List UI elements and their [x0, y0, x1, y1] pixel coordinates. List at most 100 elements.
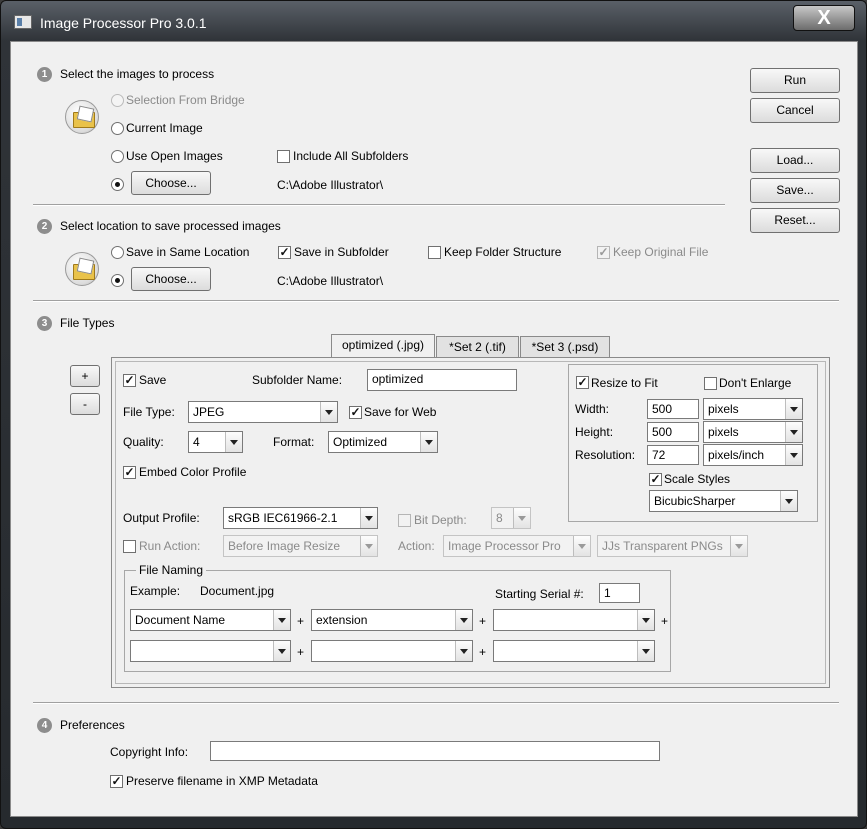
bit-depth-checkbox[interactable]: [398, 514, 411, 527]
save-folder-icon: [65, 252, 99, 286]
quality-value: 4: [193, 435, 200, 449]
window-title: Image Processor Pro 3.0.1: [40, 15, 207, 31]
choose-source-button[interactable]: Choose...: [131, 171, 211, 195]
naming-field-5-select[interactable]: [311, 640, 473, 662]
resolution-unit-select[interactable]: pixels/inch: [703, 444, 803, 466]
naming-field-2-select[interactable]: extension: [311, 609, 473, 631]
source-folder-radio[interactable]: [111, 178, 124, 191]
section-3-title: File Types: [60, 316, 115, 330]
dialog-client: Run Cancel Load... Save... Reset... 1 Se…: [10, 41, 858, 817]
source-folder-path: C:\Adobe Illustrator\: [277, 178, 384, 192]
naming-field-6-select[interactable]: [493, 640, 655, 662]
resolution-input[interactable]: 72: [647, 445, 699, 465]
cancel-button[interactable]: Cancel: [750, 98, 840, 123]
save-settings-button[interactable]: Save...: [750, 178, 840, 203]
scale-styles-checkbox[interactable]: ✓: [649, 473, 662, 486]
remove-file-type-button[interactable]: -: [70, 393, 100, 415]
dialog-window: Image Processor Pro 3.0.1 X Run Cancel L…: [0, 0, 867, 829]
tab-optimized-jpg[interactable]: optimized (.jpg): [331, 334, 435, 358]
naming-field-3-select[interactable]: [493, 609, 655, 631]
chevron-down-icon: [785, 422, 802, 442]
bit-depth-select[interactable]: 8: [491, 507, 531, 529]
save-file-type-checkbox[interactable]: ✓: [123, 374, 136, 387]
chevron-down-icon: [273, 641, 290, 661]
quality-select[interactable]: 4: [188, 431, 243, 453]
save-same-location-radio[interactable]: [111, 246, 124, 259]
output-profile-value: sRGB IEC61966-2.1: [228, 511, 338, 525]
subfolder-name-label: Subfolder Name:: [252, 373, 343, 387]
preserve-filename-xmp-checkbox[interactable]: ✓: [110, 775, 123, 788]
format-select[interactable]: Optimized: [328, 431, 438, 453]
run-action-timing-value: Before Image Resize: [228, 539, 341, 553]
width-label: Width:: [575, 402, 610, 416]
section-3-number: 3: [37, 316, 52, 331]
width-input[interactable]: 500: [647, 399, 699, 419]
run-action-label: Run Action:: [139, 539, 201, 553]
example-value: Document.jpg: [200, 584, 275, 598]
tab-set-2-tif[interactable]: *Set 2 (.tif): [436, 336, 519, 358]
resample-method-select[interactable]: BicubicSharper: [649, 490, 798, 512]
keep-folder-structure-checkbox[interactable]: [428, 246, 441, 259]
selection-from-bridge-radio[interactable]: [111, 94, 124, 107]
title-bar[interactable]: Image Processor Pro 3.0.1 X: [1, 1, 866, 41]
naming-field-1-select[interactable]: Document Name: [130, 609, 291, 631]
resolution-label: Resolution:: [575, 448, 636, 462]
file-type-label: File Type:: [123, 405, 175, 419]
action-set-value: Image Processor Pro: [448, 539, 561, 553]
naming-field-2-value: extension: [316, 613, 368, 627]
output-profile-select[interactable]: sRGB IEC61966-2.1: [223, 507, 378, 529]
run-button[interactable]: Run: [750, 68, 840, 93]
chevron-down-icon: [455, 610, 472, 630]
include-subfolders-label: Include All Subfolders: [293, 149, 409, 163]
save-for-web-checkbox[interactable]: ✓: [349, 406, 362, 419]
file-type-select[interactable]: JPEG: [188, 401, 338, 423]
chevron-down-icon: [637, 641, 654, 661]
use-open-images-radio[interactable]: [111, 150, 124, 163]
tab-set-3-psd[interactable]: *Set 3 (.psd): [520, 336, 610, 358]
scale-styles-label: Scale Styles: [664, 472, 731, 486]
action-name-value: JJs Transparent PNGs: [602, 539, 723, 553]
save-in-subfolder-checkbox[interactable]: ✓: [278, 246, 291, 259]
example-label: Example:: [130, 584, 181, 598]
dont-enlarge-checkbox[interactable]: [704, 377, 717, 390]
width-unit-value: pixels: [708, 402, 739, 416]
run-action-timing-select[interactable]: Before Image Resize: [223, 535, 378, 557]
chevron-down-icon: [785, 445, 802, 465]
chevron-down-icon: [637, 610, 654, 630]
keep-original-file-checkbox[interactable]: ✓: [597, 246, 610, 259]
naming-field-4-select[interactable]: [130, 640, 291, 662]
choose-destination-button[interactable]: Choose...: [131, 267, 211, 291]
chevron-down-icon: [360, 536, 377, 556]
height-unit-value: pixels: [708, 425, 739, 439]
selection-from-bridge-label: Selection From Bridge: [126, 93, 245, 107]
starting-serial-input[interactable]: 1: [599, 583, 640, 603]
section-4-title: Preferences: [60, 718, 125, 732]
resize-to-fit-checkbox[interactable]: ✓: [576, 376, 589, 389]
action-name-select[interactable]: JJs Transparent PNGs: [597, 535, 748, 557]
bit-depth-value: 8: [496, 511, 503, 525]
height-unit-select[interactable]: pixels: [703, 421, 803, 443]
embed-color-profile-checkbox[interactable]: ✓: [123, 466, 136, 479]
current-image-radio[interactable]: [111, 122, 124, 135]
load-button[interactable]: Load...: [750, 148, 840, 173]
save-folder-radio[interactable]: [111, 274, 124, 287]
add-file-type-button[interactable]: +: [70, 365, 100, 387]
section-1-separator: [33, 204, 725, 206]
width-unit-select[interactable]: pixels: [703, 398, 803, 420]
copyright-info-input[interactable]: [210, 741, 660, 761]
chevron-down-icon: [455, 641, 472, 661]
close-button[interactable]: X: [793, 5, 855, 31]
action-set-select[interactable]: Image Processor Pro: [443, 535, 591, 557]
chevron-down-icon: [513, 508, 530, 528]
chevron-down-icon: [785, 399, 802, 419]
preserve-filename-xmp-label: Preserve filename in XMP Metadata: [126, 774, 318, 788]
chevron-down-icon: [420, 432, 437, 452]
subfolder-name-input[interactable]: optimized: [367, 369, 517, 391]
file-naming-legend: File Naming: [136, 563, 207, 577]
reset-button[interactable]: Reset...: [750, 208, 840, 233]
height-input[interactable]: 500: [647, 422, 699, 442]
include-subfolders-checkbox[interactable]: [277, 150, 290, 163]
run-action-checkbox[interactable]: [123, 540, 136, 553]
naming-plus-separator: +: [479, 645, 487, 659]
section-1-number: 1: [37, 67, 52, 82]
